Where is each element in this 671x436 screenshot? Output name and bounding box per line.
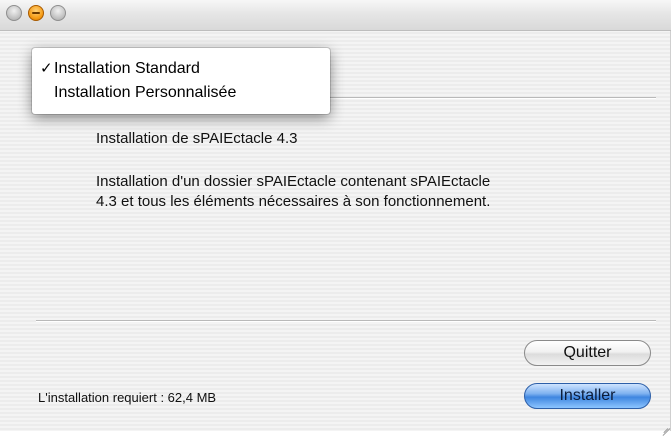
required-space-label: L'installation requiert : 62,4 MB (38, 390, 217, 405)
install-button[interactable]: Installer (524, 383, 651, 409)
checkmark-icon: ✓ (40, 60, 53, 77)
menu-item-standard[interactable]: ✓ Installation Standard (32, 58, 330, 80)
menu-item-custom[interactable]: Installation Personnalisée (32, 82, 330, 104)
resize-grip-icon[interactable] (656, 417, 671, 436)
close-window-icon[interactable] (6, 5, 22, 21)
install-heading: Installation de sPAIEctacle 4.3 (96, 130, 298, 147)
menu-item-standard-label: Installation Standard (54, 60, 200, 77)
minimize-glyph (32, 12, 40, 14)
zoom-window-icon[interactable] (50, 5, 66, 21)
minimize-window-icon[interactable] (28, 5, 44, 21)
install-description-line2: 4.3 et tous les éléments nécessaires à s… (96, 193, 491, 210)
title-bar (0, 0, 671, 31)
menu-item-custom-label: Installation Personnalisée (54, 84, 237, 101)
quit-button[interactable]: Quitter (524, 340, 651, 366)
install-description-line1: Installation d'un dossier sPAIEctacle co… (96, 173, 491, 190)
bottom-divider (36, 320, 656, 321)
install-type-menu: ✓ Installation Standard Installation Per… (32, 48, 330, 114)
